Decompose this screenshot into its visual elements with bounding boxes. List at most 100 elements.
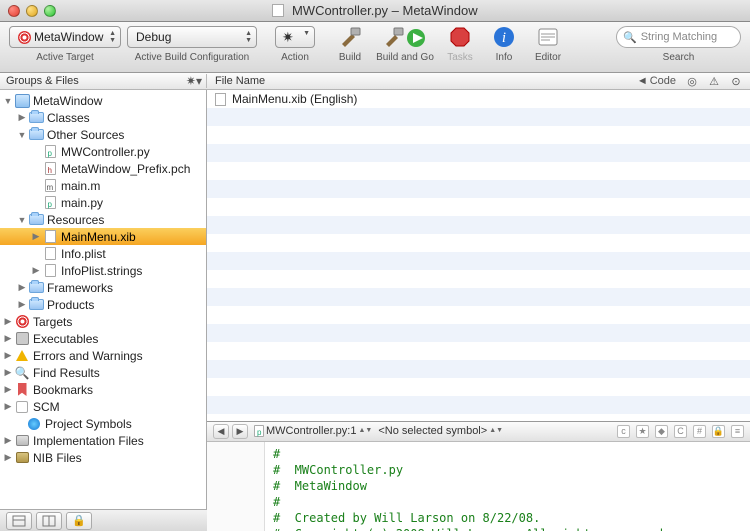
sidebar-item-classes[interactable]: ▶Classes xyxy=(0,109,206,126)
titlebar: MWController.py – MetaWindow xyxy=(0,0,750,22)
nav-back-button[interactable]: ◀ xyxy=(213,424,229,439)
popup-arrows-icon: ▲▼ xyxy=(358,428,372,434)
popup-arrows-icon: ▲▼ xyxy=(245,30,252,44)
implementation-icon xyxy=(16,435,29,446)
tree-label: NIB Files xyxy=(33,451,82,465)
breakpoints-popup-button[interactable]: ◆ xyxy=(655,425,668,438)
document-proxy-icon[interactable] xyxy=(272,4,284,17)
build-and-go-label: Build and Go xyxy=(376,52,434,63)
file-row-mainmenu-xib[interactable]: MainMenu.xib (English) xyxy=(207,90,750,108)
python-file-icon xyxy=(45,196,56,209)
nav-symbol-crumb: <No selected symbol> xyxy=(378,425,487,437)
sidebar-item-scm[interactable]: ▶SCM xyxy=(0,398,206,415)
close-window-button[interactable] xyxy=(8,5,20,17)
warnings-column-icon[interactable]: ⚠︎ xyxy=(708,75,720,87)
minimize-window-button[interactable] xyxy=(26,5,38,17)
groups-and-files-header: Groups & Files xyxy=(6,75,79,87)
action-label: Action xyxy=(281,52,309,63)
zoom-window-button[interactable] xyxy=(44,5,56,17)
sidebar-item-infoplist-strings[interactable]: ▶InfoPlist.strings xyxy=(0,262,206,279)
info-button[interactable]: i xyxy=(487,22,521,52)
sidebar-item-products[interactable]: ▶Products xyxy=(0,296,206,313)
build-group: Build xyxy=(331,24,369,63)
xib-file-icon xyxy=(215,93,226,106)
included-files-button[interactable]: # xyxy=(693,425,706,438)
bookmarks-popup-button[interactable]: ★ xyxy=(636,425,649,438)
popup-arrows-icon: ▲▼ xyxy=(489,428,503,434)
editor-icon xyxy=(536,25,560,49)
editor-code[interactable]: # # MWController.py # MetaWindow # # Cre… xyxy=(265,442,678,531)
sidebar-item-frameworks[interactable]: ▶Frameworks xyxy=(0,279,206,296)
tasks-button[interactable] xyxy=(443,22,477,52)
sidebar-item-mwcontroller-py[interactable]: MWController.py xyxy=(0,143,206,160)
source-editor[interactable]: # # MWController.py # MetaWindow # # Cre… xyxy=(207,442,750,531)
executable-icon xyxy=(16,332,29,345)
content-area: MainMenu.xib (English) ◀ ▶ MWController.… xyxy=(207,90,750,531)
counterpart-button[interactable]: c xyxy=(617,425,630,438)
sidebar-options-button[interactable]: ✷▾ xyxy=(186,74,202,88)
function-popup[interactable]: <No selected symbol> ▲▼ xyxy=(378,425,503,437)
lock-view-tab[interactable]: 🔒 xyxy=(66,512,92,530)
build-and-go-button[interactable] xyxy=(377,22,433,52)
editor-nav-bar: ◀ ▶ MWController.py:1 ▲▼ <No selected sy… xyxy=(207,422,750,442)
target-icon xyxy=(18,31,31,44)
lock-file-button[interactable]: 🔒 xyxy=(712,425,725,438)
sidebar-item-bookmarks[interactable]: ▶Bookmarks xyxy=(0,381,206,398)
split-editor-button[interactable]: ≡ xyxy=(731,425,744,438)
editor-button[interactable] xyxy=(531,22,565,52)
code-sort-dropdown[interactable]: ◄ Code xyxy=(637,75,676,87)
sidebar-item-nib-files[interactable]: ▶NIB Files xyxy=(0,449,206,466)
sidebar-item-metawindow-project[interactable]: ▼MetaWindow xyxy=(0,92,206,109)
tree-label: Classes xyxy=(47,111,90,125)
class-browser-button[interactable]: C xyxy=(674,425,687,438)
sidebar-item-prefix-pch[interactable]: MetaWindow_Prefix.pch xyxy=(0,160,206,177)
magnifier-icon: 🔍 xyxy=(15,366,30,380)
tree-label: MainMenu.xib xyxy=(61,230,136,244)
file-history-popup[interactable]: MWController.py:1 ▲▼ xyxy=(254,425,372,437)
tree-label: main.py xyxy=(61,196,103,210)
groups-and-files-sidebar[interactable]: ▼MetaWindow ▶Classes ▼Other Sources MWCo… xyxy=(0,90,207,531)
folder-icon xyxy=(29,129,44,140)
sidebar-item-executables[interactable]: ▶Executables xyxy=(0,330,206,347)
sidebar-item-mainmenu-xib[interactable]: ▶MainMenu.xib xyxy=(0,228,206,245)
sidebar-item-find-results[interactable]: ▶🔍Find Results xyxy=(0,364,206,381)
file-detail-list[interactable]: MainMenu.xib (English) xyxy=(207,90,750,422)
active-target-popup[interactable]: MetaWindow ▲▼ xyxy=(9,26,121,48)
toggle-editor-tab[interactable] xyxy=(36,512,62,530)
file-name-column-header[interactable]: File Name xyxy=(207,75,637,87)
sidebar-item-project-symbols[interactable]: Project Symbols xyxy=(0,415,206,432)
sidebar-item-info-plist[interactable]: Info.plist xyxy=(0,245,206,262)
build-config-popup[interactable]: Debug ▲▼ xyxy=(127,26,257,48)
action-button[interactable]: ✷ ▼ xyxy=(275,26,315,48)
bookmark-icon xyxy=(18,383,27,396)
sidebar-item-other-sources[interactable]: ▼Other Sources xyxy=(0,126,206,143)
detail-view-tab[interactable] xyxy=(6,512,32,530)
target-column-icon[interactable]: ⊙ xyxy=(730,75,742,87)
stop-sign-icon xyxy=(448,25,472,49)
project-icon xyxy=(15,94,30,108)
sidebar-item-resources[interactable]: ▼Resources xyxy=(0,211,206,228)
warning-icon xyxy=(16,350,28,361)
build-button[interactable] xyxy=(333,22,367,52)
tree-label: Project Symbols xyxy=(45,417,132,431)
sidebar-item-main-py[interactable]: main.py xyxy=(0,194,206,211)
scm-icon xyxy=(16,401,28,413)
nav-forward-button[interactable]: ▶ xyxy=(232,424,248,439)
hammer-play-icon xyxy=(383,24,427,50)
tree-label: InfoPlist.strings xyxy=(61,264,142,278)
sidebar-item-targets[interactable]: ▶Targets xyxy=(0,313,206,330)
build-label: Build xyxy=(339,52,361,63)
build-status-column-icon[interactable]: ◎ xyxy=(686,75,698,87)
search-input[interactable]: 🔍 String Matching xyxy=(616,26,741,48)
header-file-icon xyxy=(45,162,56,175)
sidebar-item-errors-warnings[interactable]: ▶Errors and Warnings xyxy=(0,347,206,364)
editor-gutter[interactable] xyxy=(207,442,265,531)
sidebar-item-main-m[interactable]: main.m xyxy=(0,177,206,194)
tasks-label: Tasks xyxy=(447,52,473,63)
sidebar-item-implementation-files[interactable]: ▶Implementation Files xyxy=(0,432,206,449)
editor-label: Editor xyxy=(535,52,561,63)
folder-icon xyxy=(29,112,44,123)
tasks-group: Tasks xyxy=(441,24,479,63)
info-label: Info xyxy=(496,52,513,63)
build-and-go-group: Build and Go xyxy=(375,24,435,63)
